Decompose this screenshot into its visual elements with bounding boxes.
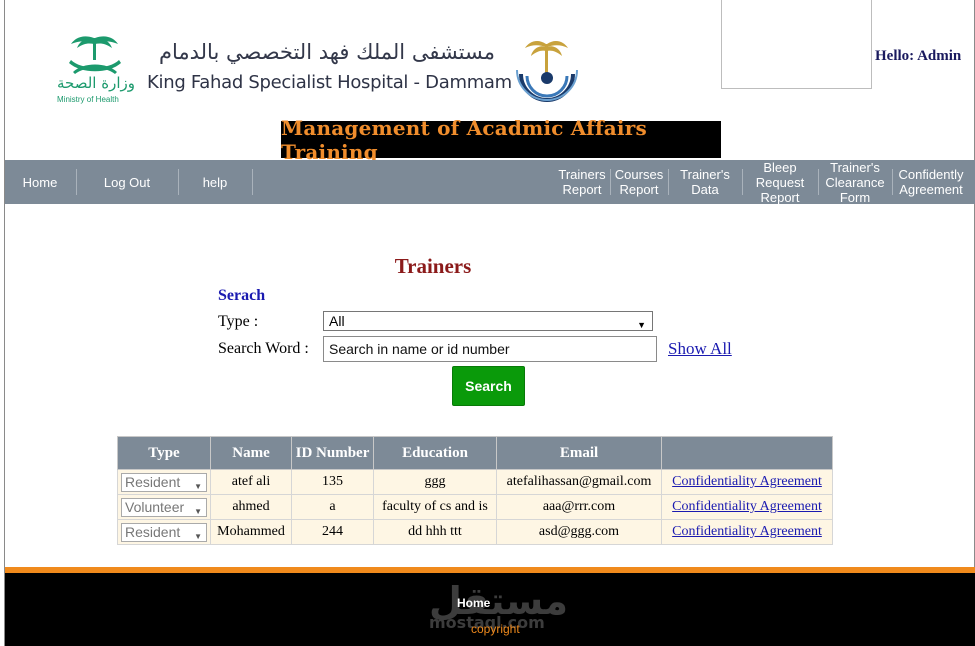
- nav-trainer-clearance-form[interactable]: Trainer's Clearance Form: [819, 159, 891, 205]
- nav-confidently-line1: Confidently: [898, 167, 964, 182]
- column-header-id: ID Number: [291, 436, 374, 470]
- nav-bleep-line1: Bleep: [763, 159, 797, 175]
- search-heading: Serach: [218, 287, 266, 304]
- nav-trainers-data-line1: Trainer's: [680, 167, 730, 182]
- column-header-education: Education: [373, 436, 497, 470]
- nav-bleep-request-report[interactable]: Bleep Request Report: [743, 159, 817, 205]
- confidentiality-agreement-link[interactable]: Confidentiality Agreement: [672, 474, 822, 489]
- nav-help[interactable]: help: [179, 160, 251, 204]
- cell-id: a: [291, 494, 374, 520]
- nav-confidently-line2: Agreement: [899, 182, 963, 197]
- row-type-value: Volunteer: [125, 498, 185, 515]
- column-header-name: Name: [210, 436, 292, 470]
- cell-action: Confidentiality Agreement: [661, 519, 833, 545]
- column-header-email: Email: [496, 436, 662, 470]
- hospital-palm-logo-icon: [516, 41, 578, 102]
- trainers-table: Type Name ID Number Education Email Resi…: [117, 436, 833, 545]
- nav-clearance-line3: Form: [839, 189, 871, 205]
- confidentiality-agreement-link[interactable]: Confidentiality Agreement: [672, 499, 822, 514]
- cell-id: 135: [291, 469, 374, 495]
- header: وزارة الصحة Ministry of Health مستشفى ال…: [5, 0, 975, 164]
- cell-email: asd@ggg.com: [496, 519, 662, 545]
- row-type-value: Resident: [125, 523, 181, 540]
- table-row: Volunteer ▼ ahmed a faculty of cs and is …: [117, 494, 833, 520]
- cell-education: dd hhh ttt: [373, 519, 497, 545]
- row-type-select[interactable]: Volunteer ▼: [121, 497, 207, 517]
- cell-type: Resident ▼: [117, 519, 211, 545]
- cell-type: Resident ▼: [117, 469, 211, 495]
- confidentiality-agreement-link[interactable]: Confidentiality Agreement: [672, 524, 822, 539]
- chevron-down-icon: ▼: [194, 506, 202, 516]
- cell-type: Volunteer ▼: [117, 494, 211, 520]
- chevron-down-icon: ▼: [194, 531, 202, 541]
- cell-education: ggg: [373, 469, 497, 495]
- nav-bleep-line2: Request: [755, 174, 805, 190]
- main-nav: Home Log Out help Trainers Report Courses…: [5, 159, 975, 205]
- cell-email: atefalihassan@gmail.com: [496, 469, 662, 495]
- table-row: Resident ▼ atef ali 135 ggg atefalihassan…: [117, 469, 833, 495]
- row-type-select[interactable]: Resident ▼: [121, 472, 207, 492]
- column-header-type: Type: [117, 436, 211, 470]
- nav-trainers-report-line1: Trainers: [558, 167, 606, 182]
- type-select-value: All: [329, 313, 345, 329]
- cell-id: 244: [291, 519, 374, 545]
- nav-trainers-data-line2: Data: [691, 182, 719, 197]
- nav-bleep-line3: Report: [760, 189, 800, 205]
- nav-trainers-data[interactable]: Trainer's Data: [669, 160, 741, 204]
- cell-email: aaa@rrr.com: [496, 494, 662, 520]
- search-word-label: Search Word :: [218, 340, 309, 357]
- hospital-name-arabic: مستشفى الملك فهد التخصصي بالدمام: [158, 40, 495, 64]
- type-label: Type :: [218, 313, 259, 330]
- page-title: Trainers: [394, 254, 472, 278]
- banner-title: Management of Acadmic Affairs Training: [281, 115, 647, 164]
- nav-confidently-agreement[interactable]: Confidently Agreement: [893, 160, 969, 204]
- cell-action: Confidentiality Agreement: [661, 494, 833, 520]
- table-row: Resident ▼ Mohammed 244 dd hhh ttt asd@gg…: [117, 519, 833, 545]
- row-type-select[interactable]: Resident ▼: [121, 522, 207, 542]
- cell-action: Confidentiality Agreement: [661, 469, 833, 495]
- moh-name-english: Ministry of Health: [57, 95, 119, 104]
- table-header-row: Type Name ID Number Education Email: [117, 436, 833, 470]
- nav-trainers-report-line2: Report: [562, 182, 602, 197]
- nav-divider: [252, 169, 253, 195]
- hospital-name-english: King Fahad Specialist Hospital - Dammam: [147, 72, 512, 93]
- banner: Management of Acadmic Affairs Training: [281, 116, 721, 164]
- search-button[interactable]: Search: [452, 366, 525, 406]
- column-header-action: [661, 436, 833, 470]
- search-input[interactable]: [323, 336, 657, 362]
- user-avatar-box: [721, 0, 872, 89]
- nav-clearance-line1: Trainer's: [830, 159, 880, 175]
- chevron-down-icon: ▼: [194, 481, 202, 491]
- cell-name: atef ali: [210, 469, 292, 495]
- nav-home[interactable]: Home: [5, 160, 75, 204]
- nav-trainers-report[interactable]: Trainers Report: [555, 160, 609, 204]
- type-select[interactable]: All ▼: [323, 311, 653, 331]
- moh-name-arabic: وزارة الصحة: [57, 74, 135, 92]
- chevron-down-icon: ▼: [637, 320, 646, 330]
- page: وزارة الصحة Ministry of Health مستشفى ال…: [4, 0, 975, 646]
- nav-courses-report[interactable]: Courses Report: [611, 160, 667, 204]
- nav-courses-report-line1: Courses: [614, 167, 664, 182]
- footer: مستقل mostaql.com Home copyright: [5, 573, 975, 646]
- footer-copyright: copyright: [471, 622, 520, 636]
- user-greeting: Hello: Admin: [875, 48, 962, 64]
- nav-logout[interactable]: Log Out: [77, 160, 177, 204]
- nav-clearance-line2: Clearance: [825, 174, 885, 190]
- cell-name: Mohammed: [210, 519, 292, 545]
- row-type-value: Resident: [125, 473, 181, 490]
- footer-home-link[interactable]: Home: [457, 596, 490, 610]
- show-all-link[interactable]: Show All: [668, 339, 732, 359]
- cell-education: faculty of cs and is: [373, 494, 497, 520]
- cell-name: ahmed: [210, 494, 292, 520]
- nav-courses-report-line2: Report: [619, 182, 659, 197]
